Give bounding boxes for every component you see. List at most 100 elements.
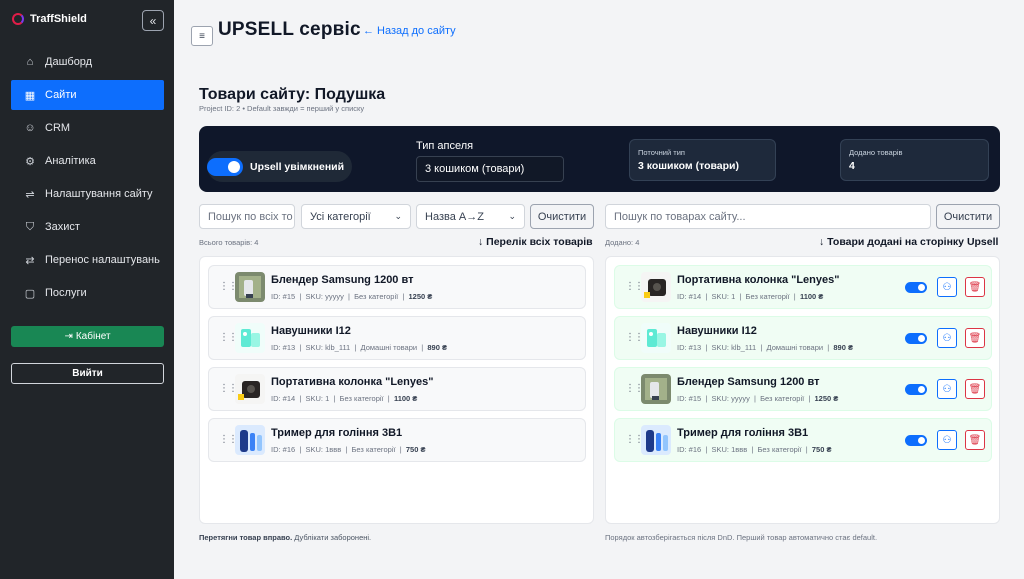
added-products-list: ⋮⋮ Портативна колонка "Lenyes" ID: #14 |…	[605, 256, 1000, 524]
sidebar-item-label: Перенос налаштувань	[45, 254, 160, 266]
sidebar-item-protection[interactable]: ⛉ Захист	[11, 212, 164, 242]
product-thumbnail	[235, 272, 265, 302]
sidebar-item-label: Налаштування сайту	[45, 188, 153, 200]
sitemap-icon: ⚇	[942, 281, 952, 293]
section-subtitle: Project ID: 2 • Default завжди = перший …	[199, 104, 365, 113]
trash-icon: 🗑	[968, 383, 982, 395]
users-icon: ☺	[24, 122, 36, 134]
item-enabled-toggle[interactable]	[905, 282, 927, 293]
list-item[interactable]: ⋮⋮ Навушники I12 ID: #13 | SKU: klb_111 …	[208, 316, 586, 360]
brand-name: TraffShield	[30, 13, 87, 25]
double-chevron-left-icon: «	[149, 13, 157, 28]
item-enabled-toggle[interactable]	[905, 333, 927, 344]
sidebar-item-label: Дашборд	[45, 56, 93, 68]
product-thumbnail	[641, 374, 671, 404]
list-item[interactable]: ⋮⋮ Блендер Samsung 1200 вт ID: #15 | SKU…	[614, 367, 992, 411]
brand[interactable]: TraffShield	[12, 13, 87, 25]
product-meta: ID: #13 | SKU: klb_111 | Домашні товари …	[271, 343, 447, 352]
total-count: Всього товарів: 4	[199, 238, 259, 247]
product-meta: ID: #15 | SKU: yyyyy | Без категорії | 1…	[271, 292, 433, 301]
sitemap-icon: ⚇	[942, 383, 952, 395]
upsell-toggle-label: Upsell увімкнений	[250, 160, 345, 173]
product-meta: ID: #14 | SKU: 1 | Без категорії | 1100 …	[677, 292, 824, 301]
added-count-value: 4	[849, 160, 855, 172]
sidebar-item-settings-transfer[interactable]: ⇄ Перенос налаштувань	[11, 245, 164, 275]
page-title: UPSELL сервіс	[218, 19, 361, 40]
services-icon: ▢	[24, 287, 36, 300]
sort-select[interactable]: Назва A→Z ⌄	[416, 204, 525, 229]
back-to-site-link[interactable]: ← Назад до сайту	[363, 25, 456, 37]
search-all-input[interactable]: Пошук по всіх то	[199, 204, 295, 229]
sidebar-item-crm[interactable]: ☺ CRM	[11, 113, 164, 143]
clear-left-button[interactable]: Очистити	[530, 204, 594, 229]
current-type-box: Поточний тип 3 кошиком (товари)	[629, 139, 776, 181]
sitemap-icon: ⚇	[942, 332, 952, 344]
all-products-list: ⋮⋮ Блендер Samsung 1200 вт ID: #15 | SKU…	[199, 256, 594, 524]
sidebar-item-dashboard[interactable]: ⌂ Дашборд	[11, 47, 164, 77]
product-meta: ID: #14 | SKU: 1 | Без категорії | 1100 …	[271, 394, 418, 403]
trash-icon: 🗑	[968, 332, 982, 344]
sitemap-button[interactable]: ⚇	[937, 277, 957, 297]
clear-right-button[interactable]: Очистити	[936, 204, 1000, 229]
sites-icon: ▦	[24, 89, 36, 102]
sidebar-item-sites[interactable]: ▦ Сайти	[11, 80, 164, 110]
product-name: Портативна колонка "Lenyes"	[677, 274, 840, 286]
list-item[interactable]: ⋮⋮ Портативна колонка "Lenyes" ID: #14 |…	[614, 265, 992, 309]
list-item[interactable]: ⋮⋮ Тример для гоління 3В1 ID: #16 | SKU:…	[614, 418, 992, 462]
delete-button[interactable]: 🗑	[965, 328, 985, 348]
cabinet-label: Кабінет	[75, 331, 111, 342]
product-thumbnail	[235, 374, 265, 404]
added-count: Додано: 4	[605, 238, 640, 247]
sidebar-nav: ⌂ Дашборд ▦ Сайти ☺ CRM ⚙ Аналітика ⇌ На…	[11, 47, 164, 311]
category-select-value: Усі категорії	[310, 210, 371, 223]
all-products-title: ↓ Перелік всіх товарів	[478, 236, 593, 248]
sitemap-button[interactable]: ⚇	[937, 328, 957, 348]
logout-button[interactable]: Вийти	[11, 363, 164, 384]
delete-button[interactable]: 🗑	[965, 430, 985, 450]
sidebar-item-site-settings[interactable]: ⇌ Налаштування сайту	[11, 179, 164, 209]
sidebar-item-label: CRM	[45, 122, 71, 134]
list-item[interactable]: ⋮⋮ Тример для гоління 3В1 ID: #16 | SKU:…	[208, 418, 586, 462]
upsell-switch[interactable]	[207, 157, 243, 176]
added-count-label: Додано товарів	[849, 148, 903, 157]
product-name: Тример для гоління 3В1	[271, 427, 403, 439]
trash-icon: 🗑	[968, 434, 982, 446]
product-meta: ID: #16 | SKU: 1ввв | Без категорії | 75…	[271, 445, 426, 454]
hamburger-icon: ≡	[199, 30, 205, 42]
chevron-down-icon: ⌄	[394, 211, 402, 221]
category-select[interactable]: Усі категорії ⌄	[301, 204, 411, 229]
product-meta: ID: #16 | SKU: 1ввв | Без категорії | 75…	[677, 445, 832, 454]
list-item[interactable]: ⋮⋮ Блендер Samsung 1200 вт ID: #15 | SKU…	[208, 265, 586, 309]
menu-toggle-button[interactable]: ≡	[191, 26, 213, 46]
sitemap-button[interactable]: ⚇	[937, 379, 957, 399]
item-enabled-toggle[interactable]	[905, 384, 927, 395]
product-name: Навушники I12	[677, 325, 757, 337]
dashboard-icon: ⌂	[26, 56, 34, 68]
product-name: Навушники I12	[271, 325, 351, 337]
sidebar-item-services[interactable]: ▢ Послуги	[11, 278, 164, 308]
product-name: Портативна колонка "Lenyes"	[271, 376, 434, 388]
delete-button[interactable]: 🗑	[965, 277, 985, 297]
analytics-gear-icon: ⚙	[25, 155, 35, 168]
login-icon: ⇥	[64, 331, 73, 342]
sort-select-value: Назва A→Z	[425, 210, 484, 223]
sidebar-item-analytics[interactable]: ⚙ Аналітика	[11, 146, 164, 176]
cabinet-button[interactable]: ⇥ Кабінет	[11, 326, 164, 347]
delete-button[interactable]: 🗑	[965, 379, 985, 399]
product-meta: ID: #15 | SKU: yyyyy | Без категорії | 1…	[677, 394, 839, 403]
upsell-type-label: Тип апселя	[416, 140, 474, 152]
sidebar-item-label: Послуги	[45, 287, 87, 299]
sitemap-icon: ⚇	[942, 434, 952, 446]
brand-logo-icon	[12, 13, 24, 25]
collapse-sidebar-button[interactable]: «	[142, 10, 164, 31]
search-site-input[interactable]: Пошук по товарах сайту...	[605, 204, 931, 229]
upsell-type-select[interactable]: 3 кошиком (товари)	[416, 156, 564, 182]
list-item[interactable]: ⋮⋮ Навушники I12 ID: #13 | SKU: klb_111 …	[614, 316, 992, 360]
item-enabled-toggle[interactable]	[905, 435, 927, 446]
list-item[interactable]: ⋮⋮ Портативна колонка "Lenyes" ID: #14 |…	[208, 367, 586, 411]
sitemap-button[interactable]: ⚇	[937, 430, 957, 450]
product-name: Тример для гоління 3В1	[677, 427, 809, 439]
left-footer-hint: Перетягни товар вправо. Дублікати заборо…	[199, 533, 372, 542]
upsell-toggle[interactable]: Upsell увімкнений	[207, 151, 352, 182]
product-name: Блендер Samsung 1200 вт	[677, 376, 820, 388]
